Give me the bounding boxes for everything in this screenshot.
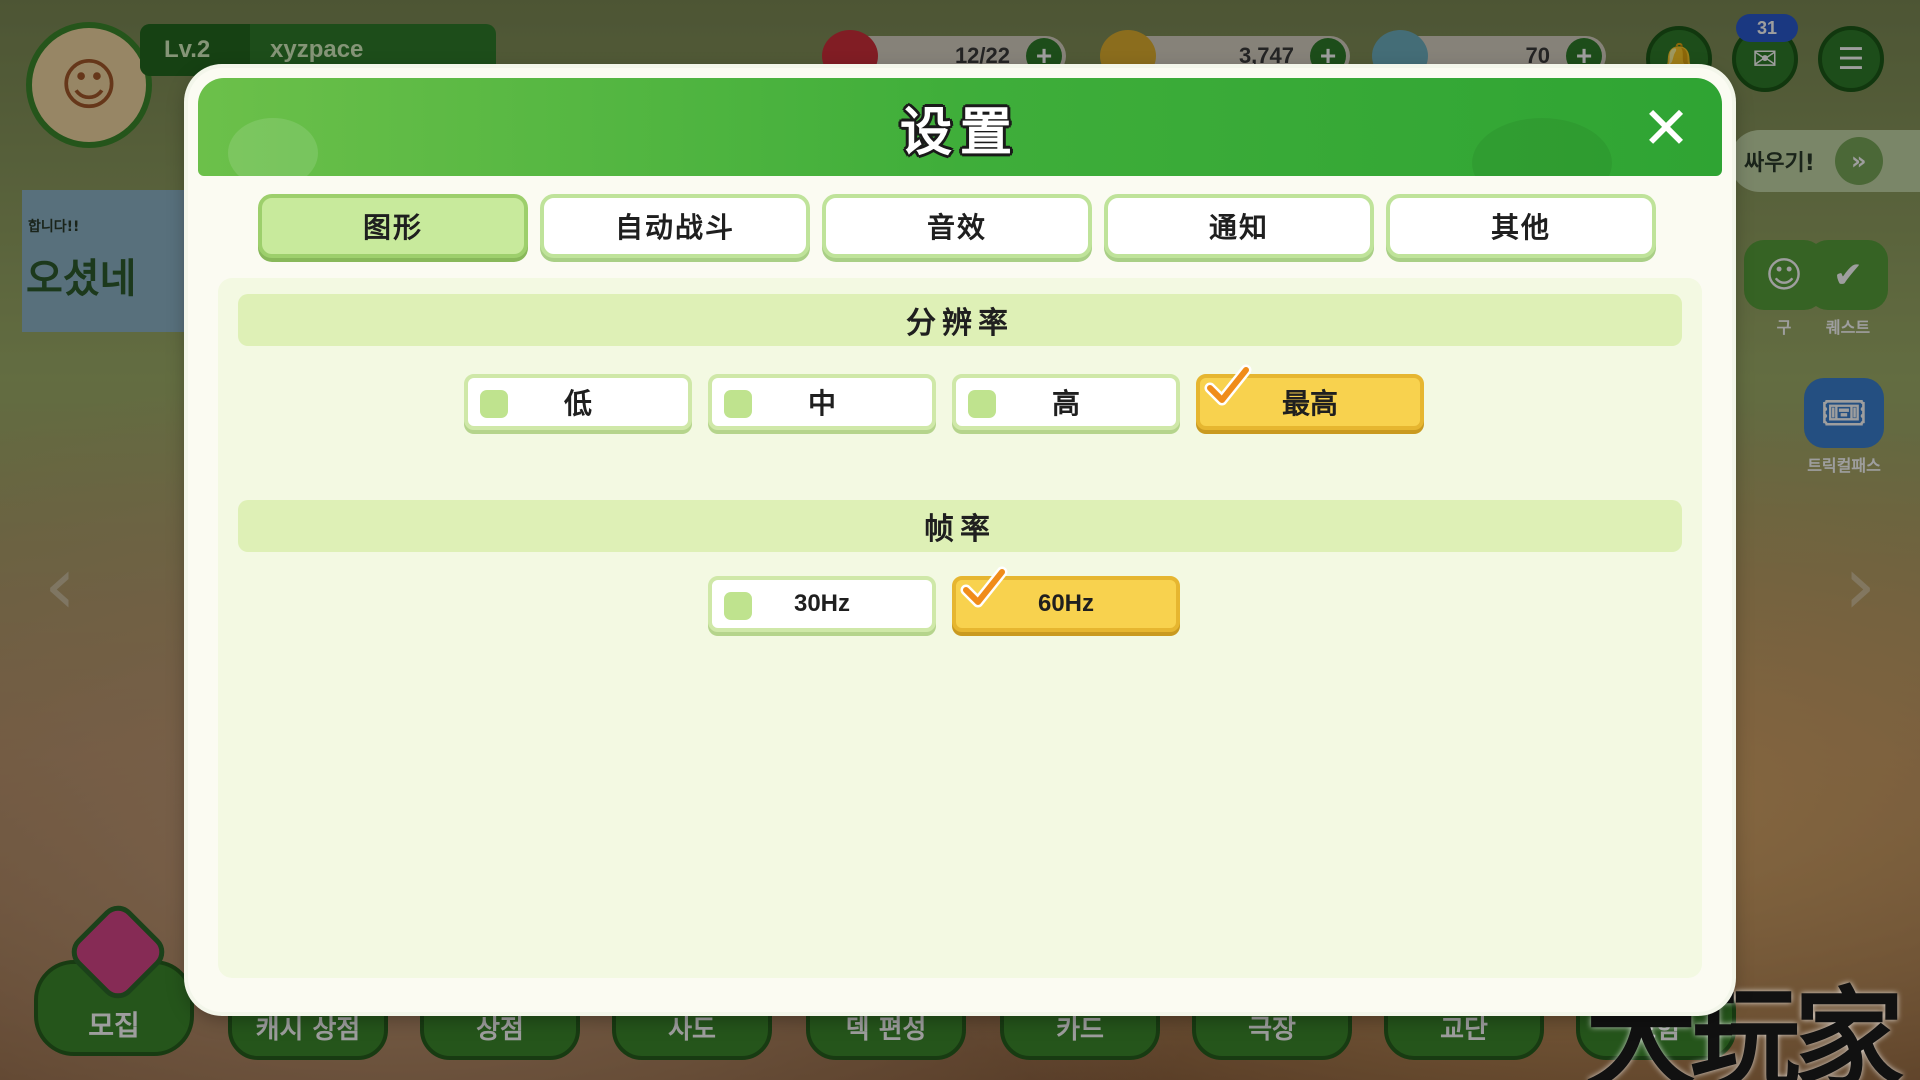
resolution-option-label: 高 [1051, 387, 1080, 420]
checkmark-icon [1204, 364, 1252, 406]
resolution-section-header: 分辨率 [238, 294, 1682, 346]
tab-notifications[interactable]: 通知 [1104, 194, 1374, 258]
radio-unselected-icon [724, 592, 752, 620]
framerate-option-60hz[interactable]: 60Hz [952, 566, 1180, 632]
settings-tabs: 图形 自动战斗 音效 通知 其他 [258, 194, 1658, 260]
graphics-settings-panel: 分辨率 低 中 高 最高 帧率 30Hz 60Hz [218, 278, 1702, 978]
framerate-option-label: 30Hz [793, 590, 851, 617]
tab-sound[interactable]: 音效 [822, 194, 1092, 258]
framerate-option-label: 60Hz [1037, 590, 1095, 617]
settings-header: 设置 ✕ [198, 78, 1722, 176]
resolution-option-highest[interactable]: 最高 [1196, 364, 1424, 430]
framerate-section-header: 帧率 [238, 500, 1682, 552]
resolution-option-label: 低 [563, 387, 592, 420]
resolution-option-medium[interactable]: 中 [708, 374, 936, 430]
radio-unselected-icon [480, 390, 508, 418]
resolution-option-label: 最高 [1281, 387, 1338, 420]
settings-modal: 设置 ✕ 图形 自动战斗 音效 通知 其他 分辨率 低 中 高 最高 帧率 30… [188, 68, 1732, 1012]
settings-title: 设置 [899, 102, 1020, 163]
resolution-option-label: 中 [807, 387, 836, 420]
tab-graphics[interactable]: 图形 [258, 194, 528, 258]
tab-auto-battle[interactable]: 自动战斗 [540, 194, 810, 258]
radio-unselected-icon [724, 390, 752, 418]
resolution-option-low[interactable]: 低 [464, 374, 692, 430]
radio-unselected-icon [968, 390, 996, 418]
checkmark-icon [960, 566, 1008, 608]
framerate-option-30hz[interactable]: 30Hz [708, 576, 936, 632]
close-icon[interactable]: ✕ [1636, 98, 1696, 158]
resolution-option-high[interactable]: 高 [952, 374, 1180, 430]
tab-other[interactable]: 其他 [1386, 194, 1656, 258]
